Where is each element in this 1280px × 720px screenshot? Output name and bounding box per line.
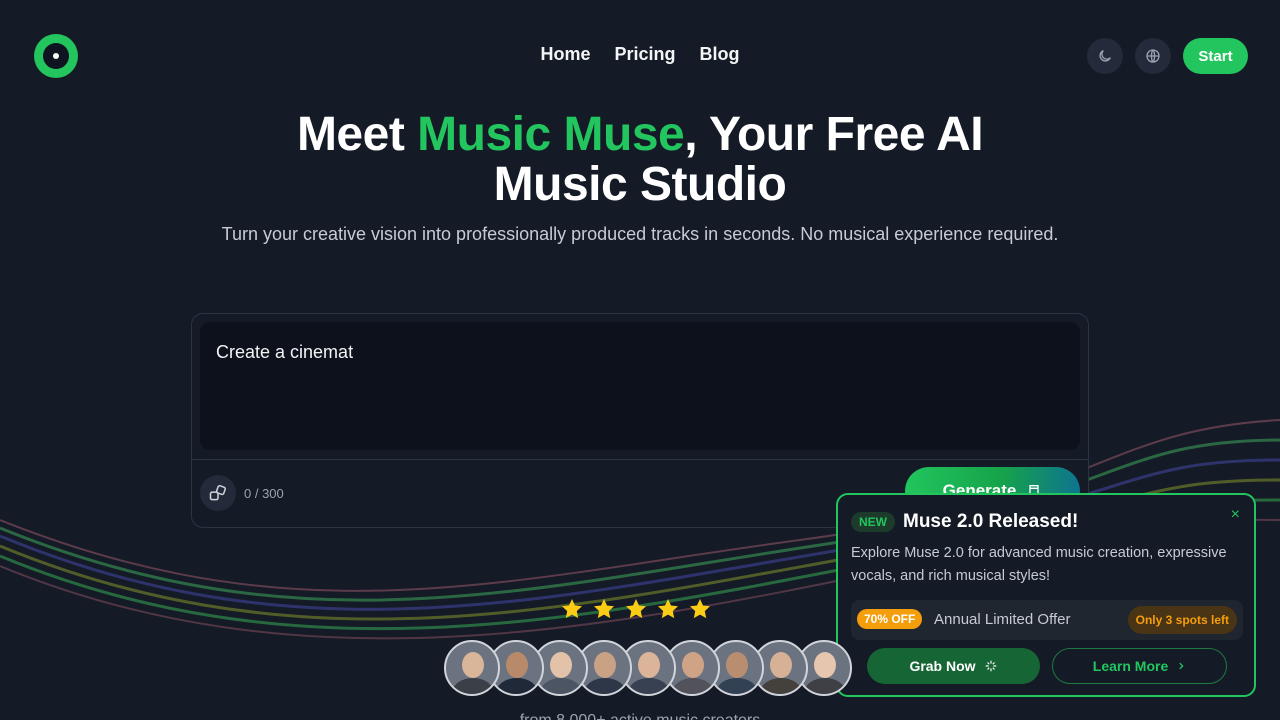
popup-description: Explore Muse 2.0 for advanced music crea… [851, 545, 1227, 584]
nav-home-link[interactable]: Home [540, 44, 590, 65]
nav-pricing-link[interactable]: Pricing [615, 44, 676, 65]
avatar-group [444, 640, 852, 696]
chevron-right-icon [1179, 662, 1184, 670]
moon-icon [1099, 50, 1111, 62]
nav-blog-link[interactable]: Blog [700, 44, 740, 65]
release-popup: × NEW Muse 2.0 Released! Explore Muse 2.… [836, 493, 1256, 697]
language-button[interactable] [1135, 38, 1171, 74]
popup-title: Muse 2.0 Released! [903, 511, 1079, 532]
hero-title-part1: Meet [296, 108, 418, 161]
grab-now-button[interactable]: Grab Now [867, 648, 1040, 684]
offer-banner: 70% OFF Annual Limited Offer Only 3 spot… [851, 600, 1243, 640]
star-icon [594, 599, 614, 619]
sparkle-icon [985, 660, 996, 672]
learn-more-button[interactable]: Learn More [1052, 648, 1227, 684]
theme-toggle-button[interactable] [1087, 38, 1123, 74]
discount-badge: 70% OFF [857, 609, 923, 629]
divider [192, 459, 1088, 460]
prompt-input[interactable]: Create a cinemat [200, 322, 1080, 450]
hero-title-line2: Music Studio [493, 158, 787, 211]
hero-title: Meet Music Muse, Your Free AI Music Stud… [0, 110, 1280, 210]
spots-left-badge: Only 3 spots left [1127, 606, 1237, 634]
start-button[interactable]: Start [1183, 38, 1248, 74]
grab-now-label: Grab Now [909, 658, 976, 674]
avatar [444, 640, 500, 696]
close-icon[interactable]: × [1231, 507, 1240, 523]
social-proof-text: from 8,000+ active music creators [0, 712, 1280, 720]
offer-text: Annual Limited Offer [934, 611, 1071, 628]
globe-icon [1146, 49, 1160, 63]
rating-stars [560, 597, 712, 621]
star-icon [562, 599, 582, 619]
hero-subtitle: Turn your creative vision into professio… [221, 224, 1059, 244]
star-icon [626, 599, 646, 619]
hero-title-accent: Music Muse [417, 108, 685, 161]
new-badge: NEW [851, 512, 895, 532]
learn-more-label: Learn More [1092, 658, 1169, 674]
dice-icon [209, 484, 227, 501]
star-icon [690, 599, 710, 619]
character-counter: 0 / 300 [244, 486, 284, 501]
random-prompt-button[interactable] [200, 475, 236, 511]
hero-title-part2: , Your Free AI [684, 108, 984, 161]
star-icon [658, 599, 678, 619]
